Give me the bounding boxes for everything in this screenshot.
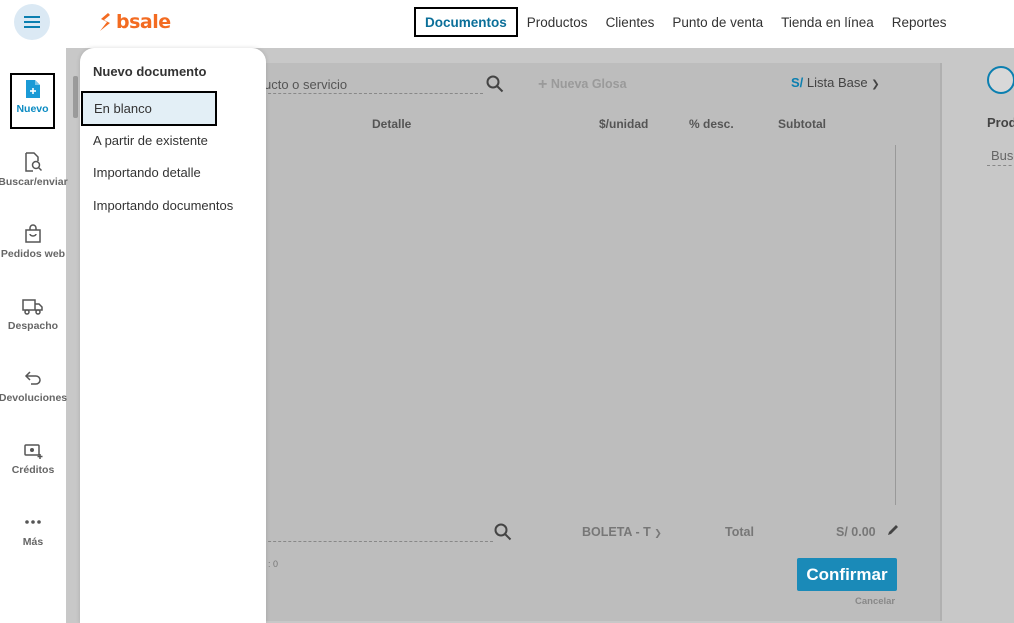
sidebar-item-label: Pedidos web [0, 248, 66, 260]
nav-tienda-en-linea[interactable]: Tienda en línea [772, 7, 883, 37]
sidebar-scroll-indicator [73, 76, 78, 118]
sidebar: Nuevo Buscar/enviar Pedidos web Despacho [0, 48, 68, 623]
dropdown-title: Nuevo documento [93, 64, 207, 79]
document-type-label: BOLETA - T [582, 525, 651, 539]
right-search-underline [987, 165, 1014, 166]
nav-reportes[interactable]: Reportes [883, 7, 956, 37]
shopping-bag-icon [25, 224, 41, 243]
option-en-blanco[interactable]: En blanco [81, 91, 217, 126]
col-desc: % desc. [689, 117, 734, 131]
more-dots-icon [25, 520, 41, 524]
product-search-input[interactable]: ucto o servicio [264, 77, 347, 92]
sidebar-item-pedidos-web[interactable]: Pedidos web [0, 224, 66, 260]
option-importando-detalle[interactable]: Importando detalle [80, 158, 260, 187]
money-plus-icon [24, 444, 43, 459]
total-value: S/ 0.00 [836, 525, 876, 539]
sidebar-item-label: Más [22, 536, 44, 548]
table-scrollbar[interactable] [895, 145, 896, 505]
new-document-icon [25, 80, 40, 98]
sidebar-item-label: Buscar/enviar [0, 176, 68, 188]
bsale-logo[interactable]: bsale [98, 11, 171, 33]
chevron-down-icon: ❯ [654, 528, 662, 538]
search-underline [258, 93, 483, 94]
top-bar: bsale Documentos Productos Clientes Punt… [0, 0, 1014, 48]
sidebar-item-label: Nuevo [16, 103, 49, 115]
right-panel-heading: Prod [987, 115, 1014, 130]
top-nav: Documentos Productos Clientes Punto de v… [414, 7, 956, 37]
pencil-icon[interactable] [886, 523, 900, 537]
search-icon[interactable] [486, 75, 504, 93]
cancel-link[interactable]: Cancelar [855, 596, 895, 607]
products-panel-icon[interactable] [987, 66, 1014, 94]
plus-icon: + [538, 76, 548, 93]
chevron-down-icon: ❯ [871, 79, 880, 90]
client-search-underline [258, 541, 493, 542]
sidebar-item-buscar-enviar[interactable]: Buscar/enviar [0, 152, 68, 188]
sidebar-item-mas[interactable]: Más [0, 512, 66, 548]
col-subtotal: Subtotal [778, 117, 826, 131]
nav-documentos[interactable]: Documentos [414, 7, 518, 37]
col-unidad: $/unidad [599, 117, 649, 131]
nav-clientes[interactable]: Clientes [597, 7, 664, 37]
document-sheet: ucto o servicio + Nueva Glosa S/ Lista B… [258, 63, 942, 621]
total-label: Total [725, 525, 754, 539]
confirm-button[interactable]: Confirmar [797, 558, 897, 591]
right-panel-search[interactable]: Busc [991, 148, 1014, 163]
hamburger-icon [24, 16, 40, 28]
price-list-select[interactable]: S/ Lista Base ❯ [791, 75, 880, 90]
items-count: : 0 [268, 559, 279, 569]
new-document-dropdown: Nuevo documento En blanco A partir de ex… [80, 48, 266, 623]
nav-productos[interactable]: Productos [518, 7, 597, 37]
sidebar-item-label: Devoluciones [0, 392, 68, 404]
sidebar-item-creditos[interactable]: Créditos [0, 440, 66, 476]
menu-button[interactable] [14, 4, 50, 40]
document-type-select[interactable]: BOLETA - T ❯ [582, 525, 662, 539]
truck-icon [22, 299, 43, 315]
sidebar-item-despacho[interactable]: Despacho [0, 296, 66, 332]
bsale-logo-icon [100, 13, 110, 31]
search-icon[interactable] [494, 523, 512, 541]
option-a-partir-de-existente[interactable]: A partir de existente [80, 126, 260, 155]
sidebar-item-label: Despacho [7, 320, 59, 332]
right-panel: Prod Busc [945, 48, 1014, 623]
currency-symbol: S/ [791, 75, 804, 90]
nueva-glosa-label: Nueva Glosa [550, 77, 627, 91]
option-importando-documentos[interactable]: Importando documentos [80, 191, 260, 220]
col-detalle: Detalle [372, 117, 412, 131]
nav-punto-de-venta[interactable]: Punto de venta [663, 7, 772, 37]
price-list-label: Lista Base [806, 75, 868, 90]
sidebar-item-label: Créditos [11, 464, 55, 476]
logo-text: bsale [116, 11, 171, 33]
nueva-glosa-button[interactable]: + Nueva Glosa [538, 76, 627, 94]
sidebar-item-devoluciones[interactable]: Devoluciones [0, 368, 68, 404]
search-document-icon [25, 152, 43, 172]
sidebar-item-nuevo[interactable]: Nuevo [10, 73, 55, 129]
return-arrow-icon [24, 371, 41, 385]
